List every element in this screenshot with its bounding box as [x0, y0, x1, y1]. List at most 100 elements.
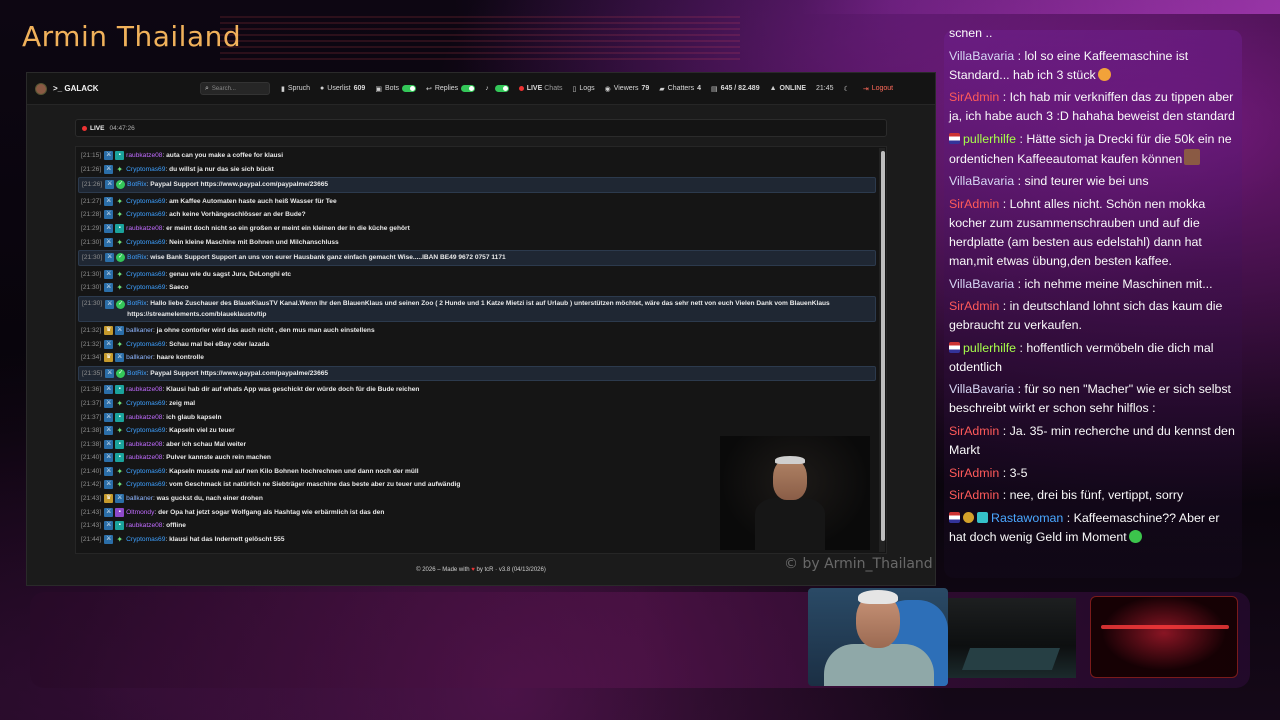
online-status: ▲ ONLINE	[765, 81, 811, 97]
logs-button[interactable]: ▯ Logs	[568, 81, 600, 97]
message-timestamp: [21:30]	[81, 270, 102, 278]
chat-username[interactable]: Cryptomas69	[126, 427, 165, 434]
stream-chat-overlay: schen .. VillaBavaria : lol so eine Kaffe…	[944, 30, 1242, 578]
chat-username[interactable]: Oltmondy	[126, 509, 154, 516]
chat-username[interactable]: Cryptomas69	[126, 481, 165, 488]
chatters-button[interactable]: ▰ Chatters 4	[654, 81, 706, 97]
spruch-label: Spruch	[287, 85, 311, 92]
chat-username[interactable]: ballkaner	[126, 327, 153, 334]
message-timestamp: [21:34]	[81, 354, 102, 362]
chat-message: [21:27] ⚔ ✦ Cryptomas69: am Kaffee Automate…	[78, 195, 876, 209]
clock-time: 21:45	[816, 85, 834, 92]
userlist-count: 609	[353, 85, 366, 92]
message-timestamp: [21:26]	[81, 165, 102, 173]
message-text: Schau mal bei eBay oder lazada	[169, 340, 270, 348]
overlay-chat-message: SirAdmin : Lohnt alles nicht. Schön nen …	[949, 195, 1239, 271]
chat-username[interactable]: raubkatze08	[126, 414, 162, 421]
chat-username[interactable]: BotRix	[127, 254, 146, 261]
message-text: genau wie du sagst Jura, DeLonghi etc	[169, 270, 292, 278]
overlay-username: SirAdmin	[949, 90, 1003, 105]
bots-switch[interactable]	[401, 85, 416, 92]
chat-message: [21:30] ⚔ ✓ BotRix: Hallo liebe Zuschauer d…	[78, 295, 876, 322]
subscriber-badge-icon: ▪	[115, 223, 125, 233]
document-icon: ▯	[572, 85, 577, 93]
user-icon: ●	[320, 85, 325, 92]
message-text: der Opa hat jetzt sogar Wolfgang als Has…	[158, 508, 385, 516]
star-badge-icon: ✦	[116, 283, 124, 293]
moon-icon: ☾	[843, 85, 850, 93]
viewers-label: Viewers	[613, 85, 639, 92]
chat-username[interactable]: Cryptomas69	[126, 536, 165, 543]
message-timestamp: [21:40]	[81, 467, 102, 475]
subscriber-badge-icon: ▪	[115, 412, 125, 422]
message-timestamp: [21:38]	[81, 427, 102, 435]
chat-username[interactable]: ballkaner	[126, 354, 153, 361]
overlay-username: VillaBavaria	[949, 276, 1018, 291]
person-hair	[858, 590, 898, 604]
clock: 21:45	[811, 81, 839, 97]
message-timestamp: [21:29]	[81, 224, 102, 232]
search-input[interactable]: ⌕ Search...	[200, 82, 270, 95]
overlay-chat-message: VillaBavaria : für so nen "Macher" wie e…	[949, 380, 1239, 418]
logout-label: Logout	[871, 85, 894, 92]
userlist-button[interactable]: ● Userlist 609	[315, 81, 370, 97]
chat-username[interactable]: Cryptomas69	[126, 239, 165, 246]
message-body: Cryptomas69: genau wie du sagst Jura, De…	[126, 270, 292, 278]
chat-username[interactable]: Cryptomas69	[126, 198, 165, 205]
sound-switch[interactable]	[494, 85, 509, 92]
chat-scroll-thumb[interactable]	[881, 151, 885, 541]
chat-username[interactable]: BotRix	[127, 300, 146, 307]
replies-switch[interactable]	[461, 85, 476, 92]
chat-message: [21:15] ⚔ ▪ raubkatze08: auta can you make …	[78, 149, 876, 163]
chat-username[interactable]: Cryptomas69	[126, 400, 165, 407]
viewers-button[interactable]: ◉ Viewers 79	[600, 81, 655, 97]
message-text: du willst ja nur das sie sich bückt	[169, 165, 274, 173]
chat-username[interactable]: Cryptomas69	[126, 284, 165, 291]
spruch-button[interactable]: ▮ Spruch	[276, 81, 315, 97]
message-body: raubkatze08: auta can you make a coffee …	[126, 152, 284, 159]
chat-username[interactable]: BotRix	[127, 181, 146, 188]
sound-toggle[interactable]: ♪	[480, 81, 514, 97]
overlay-username: VillaBavaria	[949, 174, 1018, 189]
bots-toggle[interactable]: ▣ Bots	[370, 81, 421, 97]
moderator-badge-icon: ⚔	[105, 253, 115, 263]
overlay-chat-message: schen ..	[949, 30, 1239, 43]
chat-username[interactable]: Cryptomas69	[126, 468, 165, 475]
app-brand[interactable]: >_ GALACK	[35, 82, 200, 95]
message-body: Cryptomas69: Nein kleine Maschine mit Bo…	[126, 238, 339, 246]
chat-message: [21:35] ⚔ ✓ BotRix: Paypal Support https://…	[78, 365, 876, 382]
replies-toggle[interactable]: ↩ Replies	[421, 81, 480, 97]
message-text: klausi hat das Indernett gelöscht 555	[169, 535, 285, 543]
live-chats-button[interactable]: LIVE Chats	[514, 81, 568, 97]
room-camera	[948, 598, 1076, 678]
message-timestamp: [21:30]	[82, 299, 103, 307]
chat-message: [21:29] ⚔ ▪ raubkatze08: er meint doch nich…	[78, 222, 876, 236]
chat-username[interactable]: raubkatze08	[126, 225, 162, 232]
message-body: raubkatze08: ich glaub kapseln	[126, 413, 222, 421]
chat-username[interactable]: raubkatze08	[126, 454, 162, 461]
chat-username[interactable]: BotRix	[127, 370, 146, 377]
chat-message: [21:30] ⚔ ✦ Cryptomas69: Saeco	[78, 281, 876, 295]
chat-username[interactable]: raubkatze08	[126, 441, 162, 448]
chat-username[interactable]: Cryptomas69	[126, 166, 165, 173]
moderator-badge-icon: ⚔	[104, 466, 114, 476]
message-body: Cryptomas69: du willst ja nur das sie si…	[126, 165, 274, 173]
chat-username[interactable]: raubkatze08	[126, 522, 162, 529]
logout-button[interactable]: ⇥ Logout	[858, 81, 898, 97]
chat-username[interactable]: Cryptomas69	[126, 271, 165, 278]
star-badge-icon: ✦	[116, 196, 124, 206]
chat-username[interactable]: raubkatze08	[126, 152, 162, 159]
theme-toggle[interactable]: ☾	[839, 81, 858, 97]
moderator-badge-icon: ⚔	[104, 534, 114, 544]
overlay-messages: schen .. VillaBavaria : lol so eine Kaffe…	[949, 30, 1239, 550]
online-label: ONLINE	[779, 85, 806, 92]
chat-username[interactable]: ballkaner	[126, 495, 153, 502]
chat-username[interactable]: Cryptomas69	[126, 341, 165, 348]
overlay-username: VillaBavaria	[949, 48, 1018, 63]
overlay-username: SirAdmin	[949, 423, 1003, 438]
chat-username[interactable]: raubkatze08	[126, 386, 162, 393]
crown-badge-icon: ♛	[104, 494, 114, 504]
chat-username[interactable]: Cryptomas69	[126, 211, 165, 218]
flag-badge-icon	[949, 341, 960, 353]
overlay-chat-message: VillaBavaria : lol so eine Kaffeemaschin…	[949, 47, 1239, 85]
